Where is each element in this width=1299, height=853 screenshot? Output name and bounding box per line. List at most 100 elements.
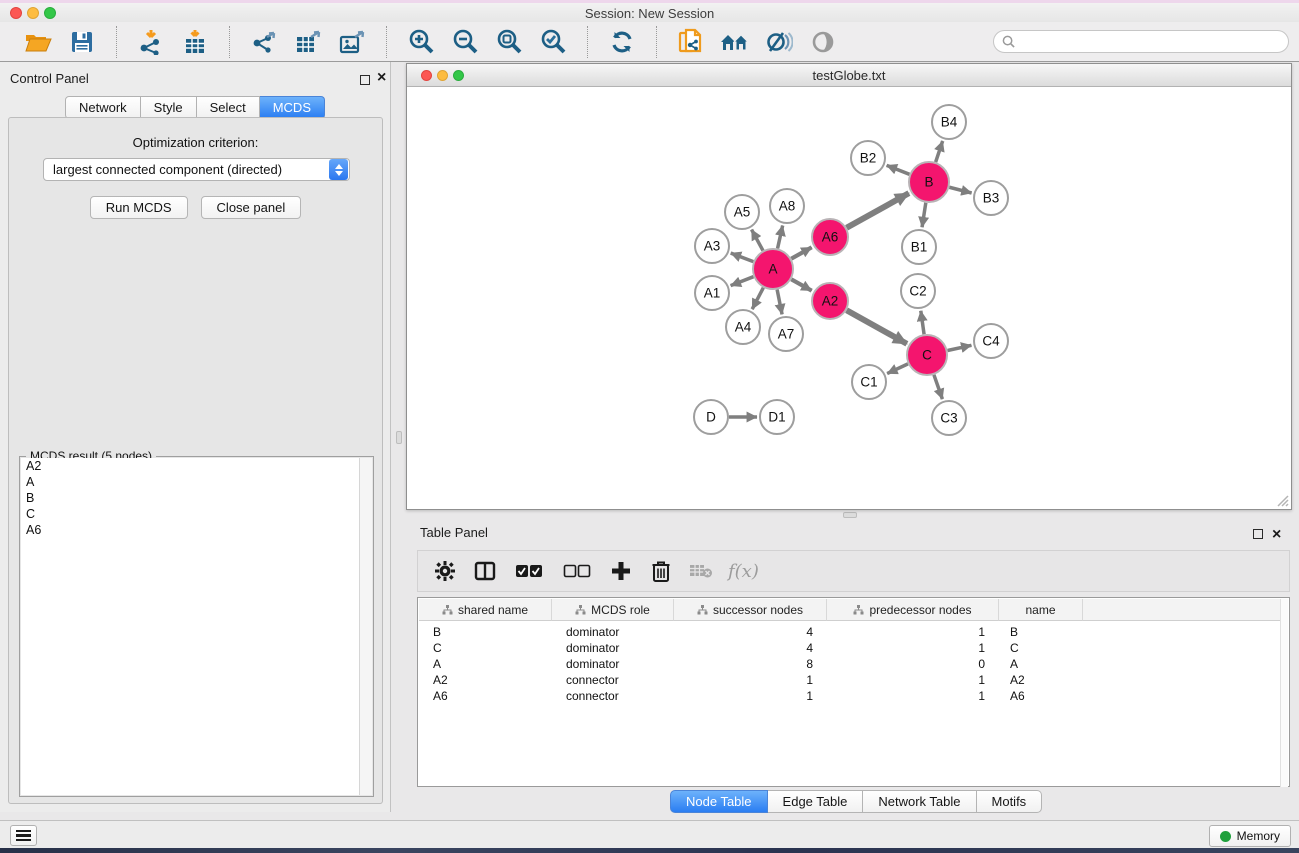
- mcds-result-item[interactable]: A2: [21, 458, 360, 474]
- deselect-all-button[interactable]: [560, 557, 594, 585]
- close-table-panel-icon[interactable]: ×: [1272, 530, 1281, 540]
- network-window-titlebar[interactable]: testGlobe.txt: [407, 64, 1291, 87]
- graph-edge-C-C1[interactable]: [887, 364, 908, 374]
- mcds-result-item[interactable]: A: [21, 474, 360, 490]
- tab-network-table[interactable]: Network Table: [863, 790, 976, 813]
- graph-node-D[interactable]: D: [694, 400, 728, 434]
- task-history-button[interactable]: [10, 825, 37, 846]
- hide-graphics-details-button[interactable]: [757, 25, 801, 59]
- zoom-out-button[interactable]: [443, 25, 487, 59]
- column-header-predecessor-nodes[interactable]: predecessor nodes: [827, 599, 999, 621]
- cell-shared-name[interactable]: B: [419, 624, 552, 640]
- run-mcds-button[interactable]: Run MCDS: [90, 196, 188, 219]
- cell-successor-nodes[interactable]: 4: [674, 640, 827, 656]
- float-table-panel-icon[interactable]: [1253, 526, 1263, 544]
- zoom-selected-button[interactable]: [531, 25, 575, 59]
- table-row[interactable]: Adominator80A: [419, 656, 1282, 672]
- graph-edge-B-B2[interactable]: [887, 165, 910, 174]
- window-resize-grip[interactable]: [1275, 493, 1289, 507]
- open-session-button[interactable]: [16, 25, 60, 59]
- clone-network-button[interactable]: [669, 25, 713, 59]
- cell-predecessor-nodes[interactable]: 0: [827, 656, 999, 672]
- column-header-mcds-role[interactable]: MCDS role: [552, 599, 674, 621]
- cell-shared-name[interactable]: C: [419, 640, 552, 656]
- graph-node-C[interactable]: C: [907, 335, 947, 375]
- graph-node-C4[interactable]: C4: [974, 324, 1008, 358]
- horizontal-split-grip[interactable]: [843, 512, 857, 518]
- graph-node-B1[interactable]: B1: [902, 230, 936, 264]
- graph-node-A1[interactable]: A1: [695, 276, 729, 310]
- cell-shared-name[interactable]: A: [419, 656, 552, 672]
- cell-successor-nodes[interactable]: 8: [674, 656, 827, 672]
- cell-name[interactable]: A: [999, 656, 1083, 672]
- graph-node-C2[interactable]: C2: [901, 274, 935, 308]
- delete-table-button[interactable]: [688, 557, 714, 585]
- graph-edge-B-B3[interactable]: [949, 187, 971, 193]
- graph-edge-C-C2[interactable]: [921, 311, 924, 334]
- cell-name[interactable]: B: [999, 624, 1083, 640]
- tab-select[interactable]: Select: [197, 96, 260, 119]
- graph-node-D1[interactable]: D1: [760, 400, 794, 434]
- delete-column-button[interactable]: [648, 557, 674, 585]
- graph-node-A3[interactable]: A3: [695, 229, 729, 263]
- vertical-split-grip[interactable]: [396, 431, 402, 444]
- birds-eye-view-button[interactable]: [801, 25, 845, 59]
- cell-mcds-role[interactable]: dominator: [552, 656, 674, 672]
- close-panel-button[interactable]: Close panel: [201, 196, 302, 219]
- cell-name[interactable]: A6: [999, 688, 1083, 704]
- float-panel-icon[interactable]: [360, 72, 370, 90]
- export-image-button[interactable]: [330, 25, 374, 59]
- table-row[interactable]: A6connector11A6: [419, 688, 1282, 704]
- table-row[interactable]: Bdominator41B: [419, 624, 1282, 640]
- export-table-button[interactable]: [286, 25, 330, 59]
- tab-node-table[interactable]: Node Table: [670, 790, 768, 813]
- tab-network[interactable]: Network: [65, 96, 141, 119]
- tab-edge-table[interactable]: Edge Table: [768, 790, 864, 813]
- refresh-button[interactable]: [600, 25, 644, 59]
- mcds-list-scrollbar[interactable]: [359, 458, 372, 795]
- graph-edge-B-B4[interactable]: [936, 141, 943, 162]
- graph-node-A[interactable]: A: [753, 249, 793, 289]
- cell-successor-nodes[interactable]: 1: [674, 688, 827, 704]
- tab-motifs[interactable]: Motifs: [977, 790, 1043, 813]
- cell-mcds-role[interactable]: dominator: [552, 624, 674, 640]
- graph-node-A8[interactable]: A8: [770, 189, 804, 223]
- mcds-result-item[interactable]: B: [21, 490, 360, 506]
- cell-predecessor-nodes[interactable]: 1: [827, 672, 999, 688]
- graph-edge-A6-B[interactable]: [847, 193, 909, 228]
- column-header-shared-name[interactable]: shared name: [419, 599, 552, 621]
- table-options-gear-button[interactable]: [432, 557, 458, 585]
- mcds-result-item[interactable]: A6: [21, 522, 360, 538]
- select-all-button[interactable]: [512, 557, 546, 585]
- tab-mcds[interactable]: MCDS: [260, 96, 325, 119]
- cell-mcds-role[interactable]: connector: [552, 672, 674, 688]
- cell-predecessor-nodes[interactable]: 1: [827, 688, 999, 704]
- graph-node-A2[interactable]: A2: [812, 283, 848, 319]
- criterion-select[interactable]: largest connected component (directed): [43, 158, 350, 181]
- mcds-result-item[interactable]: C: [21, 506, 360, 522]
- cell-mcds-role[interactable]: dominator: [552, 640, 674, 656]
- graph-edge-A2-C[interactable]: [847, 310, 907, 344]
- import-network-button[interactable]: [129, 25, 173, 59]
- graph-edge-C-C3[interactable]: [934, 375, 942, 399]
- table-scrollbar[interactable]: [1280, 599, 1288, 787]
- table-row[interactable]: Cdominator41C: [419, 640, 1282, 656]
- graph-node-C3[interactable]: C3: [932, 401, 966, 435]
- graph-node-A7[interactable]: A7: [769, 317, 803, 351]
- search-input[interactable]: [1020, 32, 1288, 51]
- export-network-button[interactable]: [242, 25, 286, 59]
- graph-edge-A-A5[interactable]: [752, 230, 763, 251]
- graph-edge-A-A3[interactable]: [731, 253, 754, 262]
- cell-mcds-role[interactable]: connector: [552, 688, 674, 704]
- mcds-result-list[interactable]: A2ABCA6: [21, 458, 360, 795]
- table-row[interactable]: A2connector11A2: [419, 672, 1282, 688]
- search-field[interactable]: [993, 30, 1289, 53]
- graph-edge-A-A2[interactable]: [791, 279, 811, 290]
- cell-name[interactable]: C: [999, 640, 1083, 656]
- function-builder-button[interactable]: f(x): [728, 561, 759, 582]
- graph-node-B4[interactable]: B4: [932, 105, 966, 139]
- graph-edge-A-A1[interactable]: [731, 277, 754, 286]
- memory-status-button[interactable]: Memory: [1209, 825, 1291, 847]
- cell-successor-nodes[interactable]: 1: [674, 672, 827, 688]
- zoom-fit-button[interactable]: [487, 25, 531, 59]
